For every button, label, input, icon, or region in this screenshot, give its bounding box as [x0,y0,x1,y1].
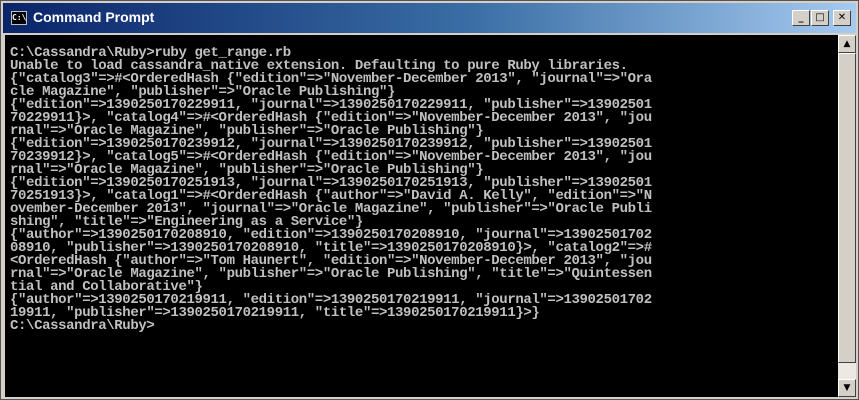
command-prompt-window: C:\ Command Prompt _ □ ✕ C:\Cassandra\Ru… [0,0,859,400]
window-title: Command Prompt [33,9,155,25]
arrow-down-icon: ▼ [843,383,851,393]
scroll-thumb[interactable] [838,53,856,363]
arrow-up-icon: ▲ [843,39,851,49]
vertical-scrollbar[interactable]: ▲ ▼ [838,35,856,397]
maximize-button[interactable]: □ [811,10,829,26]
close-button[interactable]: ✕ [833,10,851,26]
console-line: C:\Cassandra\Ruby> [10,318,155,334]
console-text: C:\Cassandra\Ruby>ruby get_range.rb Unab… [5,35,838,333]
title-bar[interactable]: C:\ Command Prompt _ □ ✕ [3,3,856,33]
scroll-up-button[interactable]: ▲ [838,35,856,53]
console-app-icon[interactable]: C:\ [11,11,27,25]
scroll-down-button[interactable]: ▼ [838,379,856,397]
minimize-button[interactable]: _ [792,10,810,26]
console-output-area[interactable]: C:\Cassandra\Ruby>ruby get_range.rb Unab… [5,35,838,397]
